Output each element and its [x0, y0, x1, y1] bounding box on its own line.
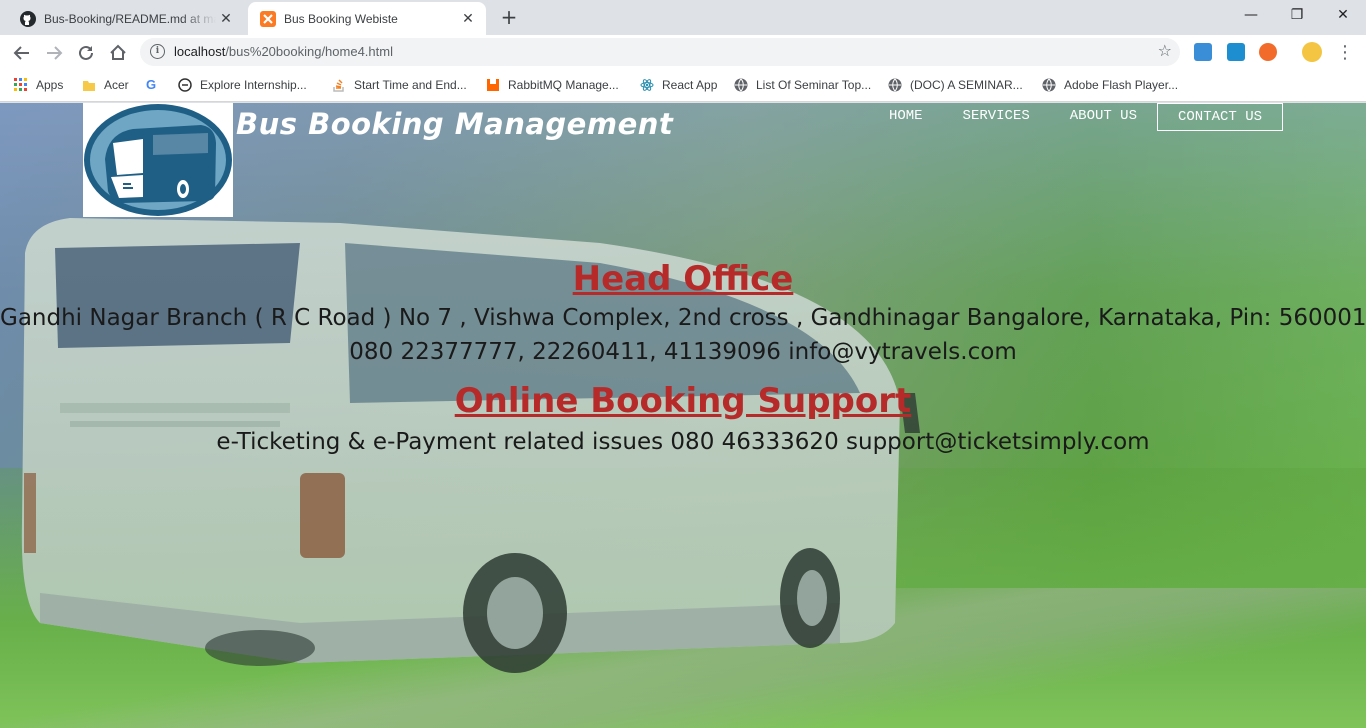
bookmark-react[interactable]: React App: [640, 76, 717, 94]
home-icon: [110, 44, 126, 60]
online-support-heading: Online Booking Support: [454, 381, 912, 421]
globe-icon: [1042, 78, 1056, 92]
forward-button[interactable]: [41, 40, 67, 66]
apps-grid-icon: [14, 78, 27, 91]
bookmarks-bar: Apps Acer G Explore Internship... Start …: [0, 69, 1366, 102]
online-support-contact: e-Ticketing & e-Payment related issues 0…: [216, 429, 1150, 455]
arrow-right-icon: [47, 46, 63, 60]
extension-drive-icon[interactable]: [1194, 43, 1212, 61]
bookmark-doc-seminar[interactable]: (DOC) A SEMINAR...: [888, 76, 1023, 94]
minimize-button[interactable]: —: [1228, 0, 1274, 30]
restore-button[interactable]: ❐: [1274, 0, 1320, 30]
tab-readme[interactable]: Bus-Booking/README.md at master ✕: [8, 2, 244, 35]
site-logo[interactable]: [83, 103, 233, 217]
online-support-section: Online Booking Support e-Ticketing & e-P…: [0, 381, 1366, 459]
head-office-section: Head Office Gandhi Nagar Branch ( R C Ro…: [0, 259, 1366, 369]
bookmark-label: Adobe Flash Player...: [1064, 78, 1179, 92]
bookmark-label: Apps: [36, 78, 64, 92]
address-bar[interactable]: i localhost/bus%20booking/home4.html ☆: [140, 38, 1180, 66]
tab-close-icon[interactable]: ✕: [458, 11, 478, 27]
tab-title: Bus Booking Webiste: [284, 11, 398, 26]
bookmark-label: Start Time and End...: [354, 78, 467, 92]
bookmark-rabbitmq[interactable]: RabbitMQ Manage...: [486, 76, 619, 94]
tab-title: Bus-Booking/README.md at master: [44, 11, 216, 26]
globe-icon: [734, 78, 748, 92]
bookmark-apps[interactable]: Apps: [14, 76, 63, 94]
new-tab-button[interactable]: +: [498, 6, 520, 28]
bookmark-label: List Of Seminar Top...: [756, 78, 872, 92]
bookmark-internship[interactable]: Explore Internship...: [178, 76, 307, 94]
profile-avatar-icon[interactable]: [1302, 42, 1322, 62]
folder-icon: [83, 81, 95, 91]
bookmark-acer[interactable]: Acer: [82, 76, 129, 94]
nav-contact-us[interactable]: CONTACT US: [1156, 103, 1283, 131]
extension-stop-icon[interactable]: [1259, 43, 1277, 61]
rabbitmq-icon: [487, 79, 499, 91]
bookmark-seminar-topics[interactable]: List Of Seminar Top...: [734, 76, 871, 94]
main-nav: HOME SERVICES ABOUT US CONTACT US: [869, 103, 1283, 131]
nav-home[interactable]: HOME: [869, 103, 943, 131]
bookmark-start-time[interactable]: Start Time and End...: [332, 76, 467, 94]
reload-button[interactable]: [73, 40, 99, 66]
home-button[interactable]: [105, 40, 131, 66]
nav-about-us[interactable]: ABOUT US: [1050, 103, 1157, 131]
xampp-icon: [260, 10, 276, 27]
info-icon[interactable]: i: [150, 44, 165, 59]
site-icon: [178, 78, 192, 92]
head-office-heading: Head Office: [572, 259, 794, 299]
page-viewport: Bus Booking Management HOME SERVICES ABO…: [0, 103, 1366, 728]
url-text[interactable]: localhost/bus%20booking/home4.html: [174, 44, 393, 59]
head-office-address: Gandhi Nagar Branch ( R C Road ) No 7 , …: [0, 305, 1366, 331]
bookmark-flash-player[interactable]: Adobe Flash Player...: [1042, 76, 1178, 94]
bookmark-google[interactable]: G: [146, 76, 168, 94]
extension-screen-icon[interactable]: [1227, 43, 1245, 61]
bus-logo-icon: [84, 104, 232, 216]
arrow-left-icon: [13, 46, 29, 60]
url-path: /bus%20booking/home4.html: [225, 44, 393, 59]
head-office-contact: 080 22377777, 22260411, 41139096 info@vy…: [349, 339, 1017, 365]
tab-close-icon[interactable]: ✕: [216, 11, 236, 27]
stackoverflow-icon: [333, 79, 344, 92]
brand-title: Bus Booking Management: [236, 107, 674, 141]
menu-kebab-icon[interactable]: ⋮: [1332, 40, 1358, 66]
tab-bus-booking[interactable]: Bus Booking Webiste ✕: [248, 2, 486, 35]
nav-services[interactable]: SERVICES: [943, 103, 1050, 131]
github-icon: [20, 10, 36, 27]
bookmark-label: Acer: [104, 78, 129, 92]
bookmark-label: RabbitMQ Manage...: [508, 78, 619, 92]
bookmark-label: Explore Internship...: [200, 78, 307, 92]
url-host: localhost: [174, 44, 226, 59]
close-window-button[interactable]: ✕: [1320, 0, 1366, 30]
bookmark-label: (DOC) A SEMINAR...: [910, 78, 1023, 92]
browser-toolbar: i localhost/bus%20booking/home4.html ☆ ⋮: [0, 35, 1366, 69]
bookmark-star-icon[interactable]: ☆: [1158, 41, 1172, 60]
globe-icon: [888, 78, 902, 92]
react-icon: [640, 79, 654, 91]
tab-strip: Bus-Booking/README.md at master ✕ Bus Bo…: [0, 0, 1366, 35]
back-button[interactable]: [9, 40, 35, 66]
reload-icon: [79, 45, 93, 60]
google-icon: G: [146, 77, 157, 92]
bookmark-label: React App: [662, 78, 718, 92]
